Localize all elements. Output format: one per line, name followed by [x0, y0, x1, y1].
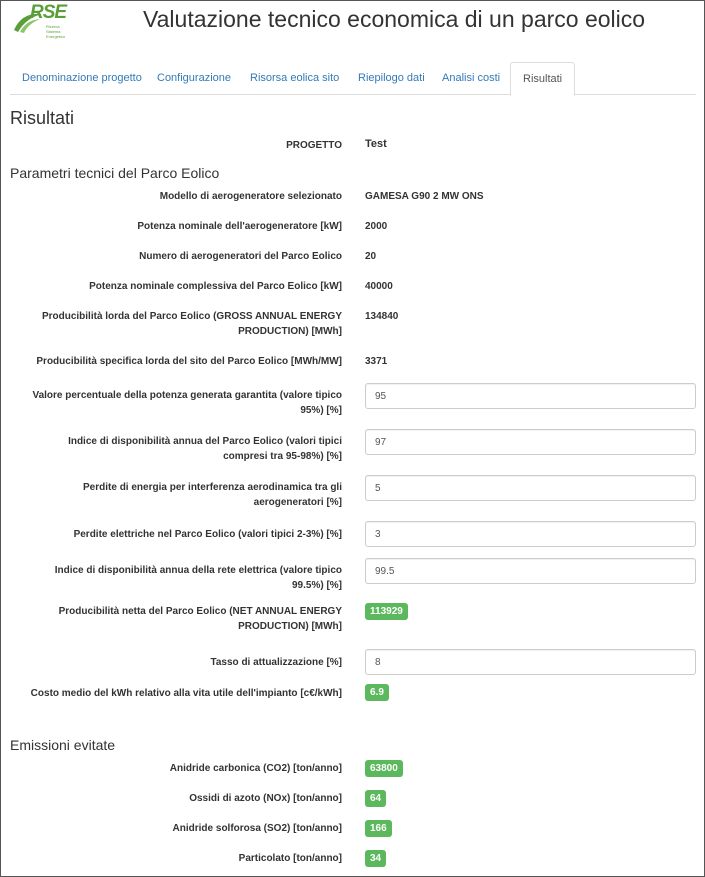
emissions-section-title: Emissioni evitate [10, 737, 116, 753]
lcoe-badge: 6.9 [365, 684, 389, 701]
tab-configurazione[interactable]: Configurazione [157, 62, 231, 95]
logo-text: RSE [30, 2, 67, 23]
turbine-power-label: Potenza nominale dell'aerogeneratore [kW… [137, 221, 342, 232]
co2-badge: 63800 [365, 760, 403, 777]
so2-badge: 166 [365, 820, 392, 837]
electrical-losses-label: Perdite elettriche nel Parco Eolico (val… [73, 529, 342, 540]
electrical-losses-input[interactable] [365, 521, 696, 547]
nox-label: Ossidi di azoto (NOx) [ton/anno] [189, 793, 342, 804]
turbine-model-label: Modello di aerogeneratore selezionato [159, 191, 342, 202]
tab-analisi-costi[interactable]: Analisi costi [442, 62, 500, 95]
header: RSE Ricerca Sistema Energetico Valutazio… [0, 0, 705, 60]
discount-rate-label: Tasso di attualizzazione [%] [210, 657, 343, 668]
tab-risultati[interactable]: Risultati [510, 62, 576, 96]
so2-label: Anidride solforosa (SO2) [ton/anno] [172, 823, 342, 834]
total-power-label: Potenza nominale complessiva del Parco E… [89, 281, 342, 292]
nox-badge: 64 [365, 790, 387, 807]
total-power-value: 40000 [365, 281, 393, 292]
turbine-power-value: 2000 [365, 221, 388, 232]
lcoe-label: Costo medio del kWh relativo alla vita u… [30, 688, 342, 699]
guaranteed-power-input[interactable] [365, 383, 696, 409]
park-availability-label: Indice di disponibilità annua del Parco … [68, 436, 342, 462]
specific-production-label: Producibilità specifica lorda del sito d… [36, 356, 342, 367]
specific-production-value: 3371 [365, 356, 388, 367]
turbine-count-value: 20 [365, 251, 377, 262]
aero-losses-label: Perdite di energia per interferenza aero… [83, 482, 342, 508]
net-production-label: Producibilità netta del Parco Eolico (NE… [58, 606, 342, 632]
tab-bar: Denominazione progetto Configurazione Ri… [10, 62, 696, 96]
gross-production-label: Producibilità lorda del Parco Eolico (GR… [41, 311, 342, 337]
page-title: Risultati [10, 108, 75, 128]
discount-rate-input[interactable] [365, 649, 696, 675]
grid-availability-label: Indice di disponibilità annua della rete… [54, 565, 342, 591]
project-value: Test [365, 138, 387, 150]
tab-risorsa-eolica-sito[interactable]: Risorsa eolica sito [250, 62, 339, 95]
rse-logo: RSE Ricerca Sistema Energetico [12, 2, 82, 44]
aero-losses-input[interactable] [365, 475, 696, 501]
net-production-badge: 113929 [365, 603, 408, 620]
tab-denominazione-progetto[interactable]: Denominazione progetto [22, 62, 142, 95]
guaranteed-power-label: Valore percentuale della potenza generat… [32, 390, 342, 416]
particulate-label: Particolato [ton/anno] [238, 853, 342, 864]
app-title: Valutazione tecnico economica di un parc… [143, 6, 646, 32]
particulate-badge: 34 [365, 850, 387, 867]
logo-subtitle: Ricerca Sistema Energetico [46, 24, 66, 39]
gross-production-value: 134840 [365, 311, 399, 322]
co2-label: Anidride carbonica (CO2) [ton/anno] [169, 763, 342, 774]
technical-section-title: Parametri tecnici del Parco Eolico [10, 165, 220, 181]
turbine-count-label: Numero di aerogeneratori del Parco Eolic… [139, 251, 342, 262]
grid-availability-input[interactable] [365, 558, 696, 584]
turbine-model-value: GAMESA G90 2 MW ONS [365, 191, 484, 202]
tab-riepilogo-dati[interactable]: Riepilogo dati [358, 62, 425, 95]
project-label: PROGETTO [286, 140, 342, 151]
park-availability-input[interactable] [365, 429, 696, 455]
